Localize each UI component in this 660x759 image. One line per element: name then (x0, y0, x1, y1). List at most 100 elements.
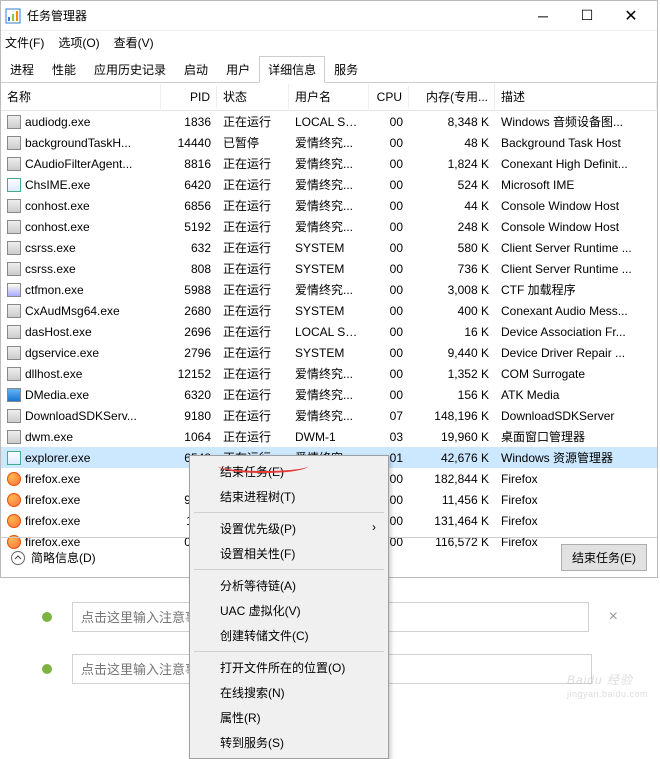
process-icon (7, 472, 21, 486)
cell-status: 正在运行 (217, 195, 289, 216)
table-row[interactable]: dasHost.exe2696正在运行LOCAL SE...0016 KDevi… (1, 321, 657, 342)
process-name: conhost.exe (25, 220, 90, 234)
cell-description: Windows 音频设备图... (495, 111, 657, 132)
cell-memory: 524 K (409, 176, 495, 194)
process-icon (7, 388, 21, 402)
ctx-create-dump[interactable]: 创建转储文件(C) (192, 623, 386, 648)
tab-details[interactable]: 详细信息 (259, 56, 325, 83)
cell-memory: 580 K (409, 239, 495, 257)
tab-performance[interactable]: 性能 (43, 56, 85, 83)
note-close-1[interactable]: × (609, 608, 618, 626)
tab-processes[interactable]: 进程 (1, 56, 43, 83)
ctx-end-process-tree[interactable]: 结束进程树(T) (192, 484, 386, 509)
col-pid[interactable]: PID (161, 86, 217, 108)
table-row[interactable]: DownloadSDKServ...9180正在运行爱情终究...07148,1… (1, 405, 657, 426)
cell-status: 正在运行 (217, 405, 289, 426)
process-icon (7, 178, 21, 192)
cell-memory: 44 K (409, 197, 495, 215)
cell-cpu: 03 (369, 428, 409, 446)
process-name: backgroundTaskH... (25, 136, 131, 150)
maximize-button[interactable]: ☐ (565, 1, 609, 31)
table-row[interactable]: conhost.exe5192正在运行爱情终究...00248 KConsole… (1, 216, 657, 237)
col-name[interactable]: 名称 (1, 84, 161, 109)
table-row[interactable]: DMedia.exe6320正在运行爱情终究...00156 KATK Medi… (1, 384, 657, 405)
cell-description: 桌面窗口管理器 (495, 426, 657, 447)
cell-user: LOCAL SE... (289, 113, 369, 131)
tab-services[interactable]: 服务 (325, 56, 367, 83)
ctx-search-online[interactable]: 在线搜索(N) (192, 680, 386, 705)
cell-pid: 12152 (161, 365, 217, 383)
cell-user: DWM-1 (289, 428, 369, 446)
cell-cpu: 00 (369, 281, 409, 299)
cell-pid: 2696 (161, 323, 217, 341)
table-row[interactable]: conhost.exe6856正在运行爱情终究...0044 KConsole … (1, 195, 657, 216)
col-memory[interactable]: 内存(专用... (409, 84, 495, 109)
table-row[interactable]: ChsIME.exe6420正在运行爱情终究...00524 KMicrosof… (1, 174, 657, 195)
menu-file[interactable]: 文件(F) (5, 34, 44, 51)
col-status[interactable]: 状态 (217, 84, 289, 109)
process-name: dwm.exe (25, 430, 73, 444)
process-icon (7, 346, 21, 360)
process-icon (7, 136, 21, 150)
ctx-end-task[interactable]: 结束任务(E) (192, 459, 386, 484)
cell-status: 正在运行 (217, 111, 289, 132)
cell-pid: 5192 (161, 218, 217, 236)
ctx-sep (194, 651, 384, 652)
menu-options[interactable]: 选项(O) (58, 34, 99, 51)
col-description[interactable]: 描述 (495, 84, 657, 109)
ctx-set-affinity[interactable]: 设置相关性(F) (192, 541, 386, 566)
cell-pid: 9180 (161, 407, 217, 425)
fewer-details-link[interactable]: 简略信息(D) (11, 549, 96, 566)
cell-description: Console Window Host (495, 197, 657, 215)
process-name: csrss.exe (25, 262, 76, 276)
ctx-uac-virtualization[interactable]: UAC 虚拟化(V) (192, 598, 386, 623)
cell-memory: 8,348 K (409, 113, 495, 131)
table-row[interactable]: csrss.exe808正在运行SYSTEM00736 KClient Serv… (1, 258, 657, 279)
bullet-icon (42, 612, 52, 622)
cell-memory: 148,196 K (409, 407, 495, 425)
process-name: audiodg.exe (25, 115, 90, 129)
table-row[interactable]: dgservice.exe2796正在运行SYSTEM009,440 KDevi… (1, 342, 657, 363)
ctx-analyze-wait-chain[interactable]: 分析等待链(A) (192, 573, 386, 598)
tab-startup[interactable]: 启动 (175, 56, 217, 83)
cell-status: 正在运行 (217, 279, 289, 300)
table-row[interactable]: CAudioFilterAgent...8816正在运行爱情终究...001,8… (1, 153, 657, 174)
cell-user: 爱情终究... (289, 132, 369, 153)
close-button[interactable]: ✕ (609, 1, 653, 31)
table-row[interactable]: dllhost.exe12152正在运行爱情终究...001,352 KCOM … (1, 363, 657, 384)
menu-view[interactable]: 查看(V) (114, 34, 154, 51)
table-row[interactable]: audiodg.exe1836正在运行LOCAL SE...008,348 KW… (1, 111, 657, 132)
minimize-button[interactable]: ─ (521, 1, 565, 31)
process-icon (7, 241, 21, 255)
ctx-properties[interactable]: 属性(R) (192, 705, 386, 730)
col-cpu[interactable]: CPU (369, 86, 409, 108)
process-name: ChsIME.exe (25, 178, 90, 192)
tab-app-history[interactable]: 应用历史记录 (85, 56, 175, 83)
ctx-goto-services[interactable]: 转到服务(S) (192, 730, 386, 755)
table-row[interactable]: dwm.exe1064正在运行DWM-10319,960 K桌面窗口管理器 (1, 426, 657, 447)
cell-description: Windows 资源管理器 (495, 447, 657, 468)
cell-status: 正在运行 (217, 426, 289, 447)
cell-description: Conexant Audio Mess... (495, 302, 657, 320)
cell-user: 爱情终究... (289, 153, 369, 174)
cell-user: SYSTEM (289, 302, 369, 320)
ctx-open-file-location[interactable]: 打开文件所在的位置(O) (192, 655, 386, 680)
end-task-button[interactable]: 结束任务(E) (561, 544, 647, 571)
table-row[interactable]: CxAudMsg64.exe2680正在运行SYSTEM00400 KConex… (1, 300, 657, 321)
table-row[interactable]: backgroundTaskH...14440已暂停爱情终究...0048 KB… (1, 132, 657, 153)
cell-memory: 156 K (409, 386, 495, 404)
process-name: firefox.exe (25, 514, 80, 528)
table-row[interactable]: csrss.exe632正在运行SYSTEM00580 KClient Serv… (1, 237, 657, 258)
tab-users[interactable]: 用户 (217, 56, 259, 83)
cell-user: 爱情终究... (289, 279, 369, 300)
cell-pid: 2796 (161, 344, 217, 362)
process-icon (7, 157, 21, 171)
window-title: 任务管理器 (27, 7, 521, 24)
ctx-set-priority[interactable]: 设置优先级(P) (192, 516, 386, 541)
cell-description: Device Driver Repair ... (495, 344, 657, 362)
cell-pid: 808 (161, 260, 217, 278)
process-name: CxAudMsg64.exe (25, 304, 120, 318)
col-user[interactable]: 用户名 (289, 84, 369, 109)
table-row[interactable]: ctfmon.exe5988正在运行爱情终究...003,008 KCTF 加载… (1, 279, 657, 300)
cell-user: SYSTEM (289, 344, 369, 362)
